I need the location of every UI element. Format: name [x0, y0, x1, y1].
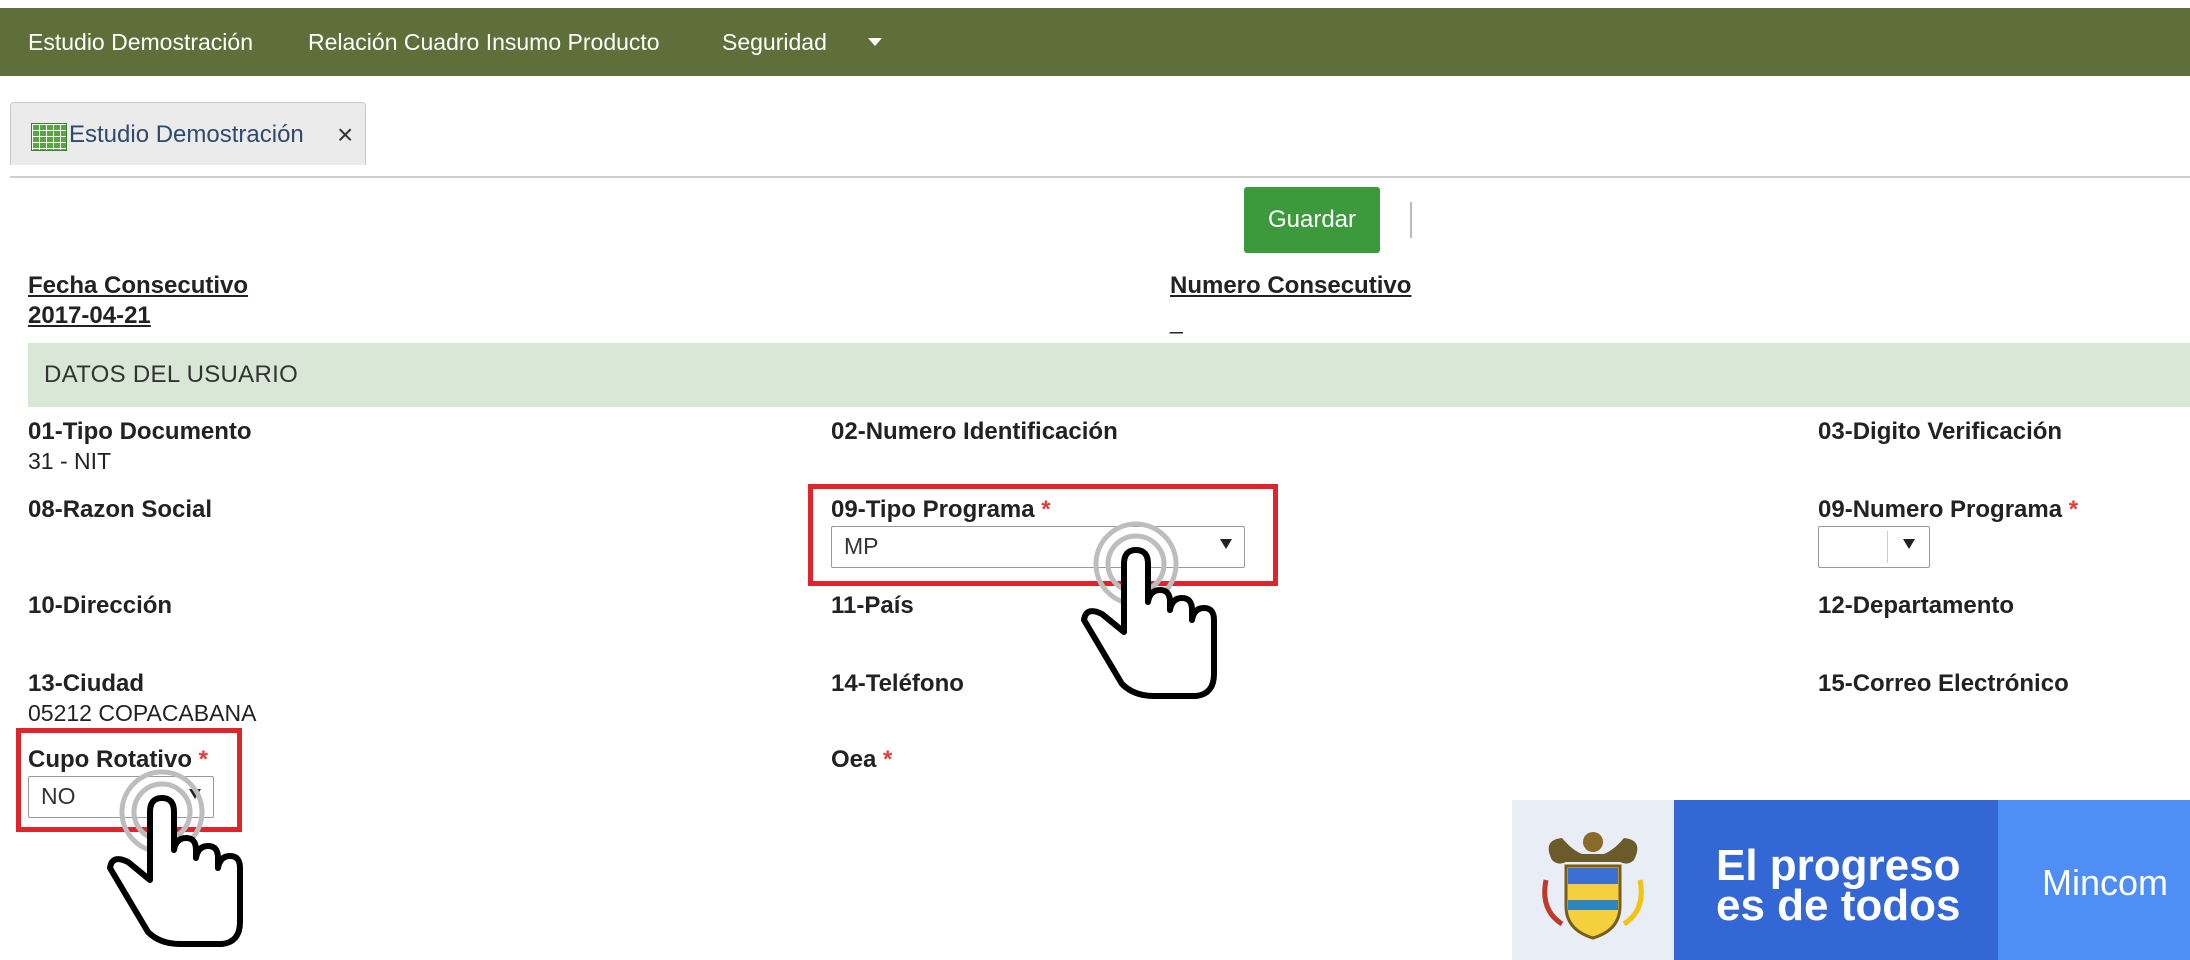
fecha-consecutivo-value: 2017-04-21 — [28, 302, 151, 329]
close-icon[interactable]: × — [337, 119, 353, 151]
nav-item-estudio[interactable]: Estudio Demostración — [28, 8, 253, 76]
cupo-rotativo-select[interactable]: NO — [28, 776, 214, 818]
footer-branding: El progreso es de todos Mincom — [1512, 800, 2190, 960]
chevron-down-icon — [189, 789, 201, 799]
section-datos-usuario: DATOS DEL USUARIO — [28, 343, 2190, 407]
nav-item-seguridad[interactable]: Seguridad — [722, 8, 827, 76]
departamento-label: 12-Departamento — [1818, 592, 2015, 619]
tipo-programa-select[interactable]: MP — [831, 526, 1245, 568]
numero-consecutivo-label: Numero Consecutivo — [1170, 272, 1412, 299]
fecha-consecutivo-label: Fecha Consecutivo — [28, 272, 249, 299]
select-divider — [1887, 531, 1888, 563]
correo-label: 15-Correo Electrónico — [1818, 670, 2069, 697]
chevron-down-icon — [1903, 539, 1915, 549]
tipo-programa-label: 09-Tipo Programa * — [831, 496, 1051, 523]
numero-identificacion-label: 02-Numero Identificación — [831, 418, 1118, 445]
tipo-documento-value: 31 - NIT — [28, 448, 112, 474]
section-title: DATOS DEL USUARIO — [44, 361, 299, 388]
shield-box — [1512, 800, 1674, 960]
nav-item-relacion[interactable]: Relación Cuadro Insumo Producto — [308, 8, 660, 76]
telefono-label: 14-Teléfono — [831, 670, 964, 697]
numero-programa-label: 09-Numero Programa * — [1818, 496, 2079, 523]
grid-icon — [31, 123, 67, 151]
numero-programa-select[interactable] — [1818, 526, 1930, 568]
cupo-rotativo-label: Cupo Rotativo * — [28, 746, 208, 773]
coat-of-arms-icon — [1542, 832, 1644, 940]
direccion-label: 10-Dirección — [28, 592, 173, 619]
brand-panel: Mincom — [1998, 800, 2190, 960]
digito-verificacion-label: 03-Digito Verificación — [1818, 418, 2063, 445]
razon-social-label: 08-Razon Social — [28, 496, 213, 523]
tipo-programa-value: MP — [844, 533, 879, 559]
pais-label: 11-País — [831, 592, 914, 619]
tab-label: Estudio Demostración — [69, 121, 304, 148]
tipo-documento-label: 01-Tipo Documento — [28, 418, 252, 445]
tab-bar: Estudio Demostración × — [10, 100, 2190, 178]
ciudad-label: 13-Ciudad — [28, 670, 145, 697]
slogan-panel: El progreso es de todos — [1674, 800, 1998, 960]
cupo-rotativo-value: NO — [41, 783, 76, 809]
brand-text: Mincom — [2042, 862, 2169, 903]
save-button[interactable]: Guardar — [1244, 187, 1380, 253]
ciudad-value: 05212 COPACABANA — [28, 700, 257, 726]
toolbar-divider — [1410, 202, 1412, 238]
slogan-text: El progreso es de todos — [1716, 841, 1961, 930]
oea-label: Oea * — [831, 746, 893, 773]
tab-estudio-demostracion[interactable]: Estudio Demostración × — [10, 102, 366, 165]
top-navbar: Estudio Demostración Relación Cuadro Ins… — [0, 8, 2190, 76]
chevron-down-icon — [1220, 539, 1232, 549]
chevron-down-icon[interactable] — [868, 38, 882, 46]
numero-consecutivo-value: _ — [1170, 308, 1183, 334]
